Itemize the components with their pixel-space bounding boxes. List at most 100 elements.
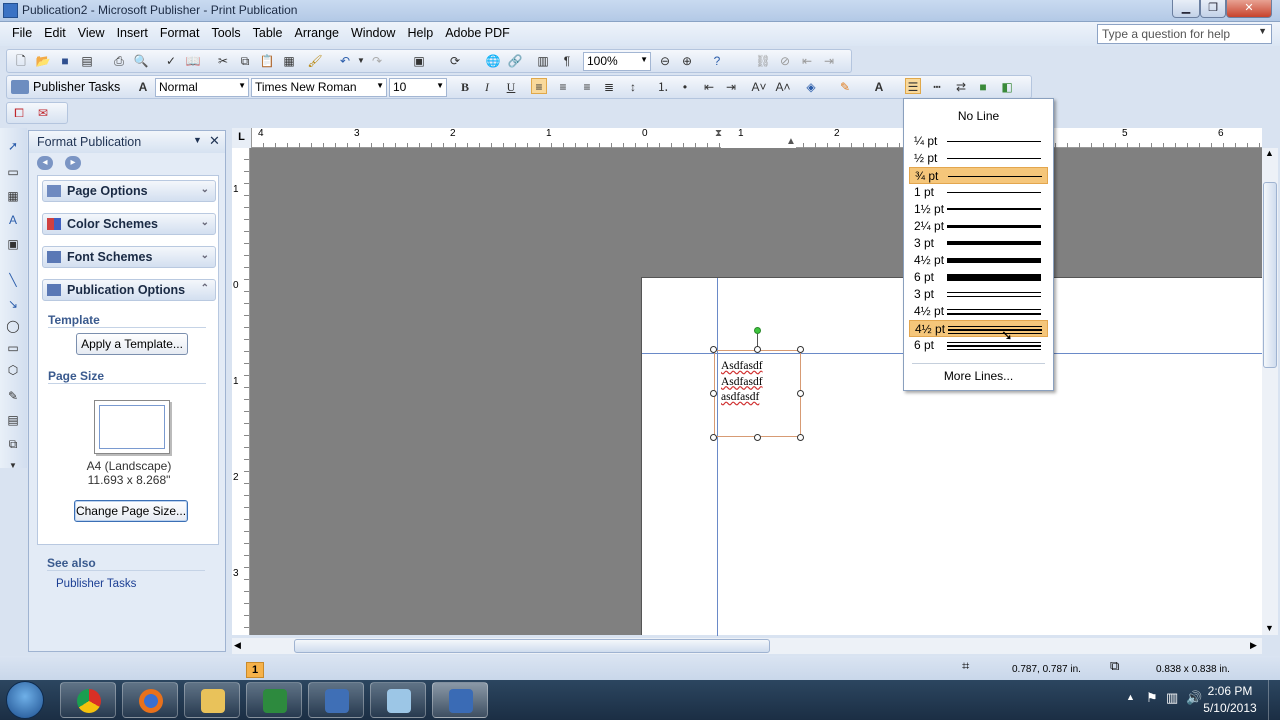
resize-handle-e[interactable] bbox=[797, 390, 804, 397]
resize-handle-ne[interactable] bbox=[797, 346, 804, 353]
taskbar-chrome[interactable] bbox=[60, 682, 116, 718]
zoom-out-icon[interactable]: ⊖ bbox=[657, 53, 673, 69]
publisher-tasks-link[interactable]: Publisher Tasks bbox=[56, 578, 136, 590]
vertical-scroll-thumb[interactable] bbox=[1263, 182, 1277, 368]
scroll-down-icon[interactable]: ▼ bbox=[1265, 623, 1274, 633]
line-color-icon[interactable]: ✎ bbox=[837, 79, 853, 95]
line-weight-option[interactable]: ¾ pt bbox=[909, 167, 1048, 184]
ruler-origin[interactable]: L bbox=[232, 128, 252, 148]
taskbar-publisher[interactable] bbox=[432, 682, 488, 718]
taskbar-explorer[interactable] bbox=[184, 682, 240, 718]
section-publication-options[interactable]: Publication Options ⌃ bbox=[42, 279, 216, 301]
publisher-tasks-button[interactable]: Publisher Tasks bbox=[33, 80, 120, 94]
menu-view[interactable]: View bbox=[78, 26, 105, 40]
publisher-app-icon[interactable] bbox=[3, 3, 18, 18]
arrow-style-icon[interactable]: ⇄ bbox=[953, 79, 969, 95]
zoom-in-icon[interactable]: ⊕ bbox=[679, 53, 695, 69]
hyperlink-icon[interactable]: 🔗 bbox=[507, 53, 523, 69]
menu-arrange[interactable]: Arrange bbox=[295, 26, 339, 40]
align-center-icon[interactable]: ≡ bbox=[555, 79, 571, 95]
line-weight-option[interactable]: 3 pt bbox=[909, 235, 1048, 252]
spelling-icon[interactable]: ✓ bbox=[163, 53, 179, 69]
line-weight-option[interactable]: 4½ pt bbox=[909, 303, 1048, 320]
insert-object-icon[interactable]: ⧉ bbox=[5, 436, 21, 452]
line-tool-icon[interactable]: ╲ bbox=[5, 272, 21, 288]
scroll-up-icon[interactable]: ▲ bbox=[1265, 148, 1274, 158]
special-characters-icon[interactable]: ¶ bbox=[559, 53, 575, 69]
menu-edit[interactable]: Edit bbox=[44, 26, 66, 40]
menu-file[interactable]: File bbox=[12, 26, 32, 40]
design-gallery-icon[interactable]: ▤ bbox=[5, 412, 21, 428]
page-navigator-button[interactable]: 1 bbox=[246, 662, 264, 678]
insert-table-icon[interactable]: ▦ bbox=[5, 188, 21, 204]
back-icon[interactable]: ◂ bbox=[37, 156, 53, 170]
wordart-icon[interactable]: A bbox=[5, 212, 21, 228]
menu-window[interactable]: Window bbox=[351, 26, 395, 40]
help-icon[interactable]: ? bbox=[709, 53, 725, 69]
section-color-schemes[interactable]: Color Schemes ⌄ bbox=[42, 213, 216, 235]
section-page-options[interactable]: Page Options ⌄ bbox=[42, 180, 216, 202]
chevron-down-icon[interactable]: ▼ bbox=[1258, 26, 1267, 36]
copy-icon[interactable]: ⧉ bbox=[237, 53, 253, 69]
line-weight-option[interactable]: 6 pt bbox=[909, 337, 1048, 354]
autoshapes-icon[interactable]: ⬡ bbox=[5, 362, 21, 378]
action-center-icon[interactable]: ⚑ bbox=[1146, 690, 1158, 706]
text-box-content[interactable]: Asdfasdf Asdfasdf asdfasdf bbox=[721, 359, 763, 406]
text-box[interactable]: Asdfasdf Asdfasdf asdfasdf bbox=[714, 350, 801, 437]
horizontal-scrollbar[interactable]: ◀ ▶ bbox=[232, 638, 1262, 654]
select-objects-icon[interactable]: ➚ bbox=[5, 138, 21, 154]
taskbar-movie-maker[interactable] bbox=[308, 682, 364, 718]
font-color-icon[interactable]: A bbox=[871, 79, 887, 95]
dash-style-icon[interactable]: ┅ bbox=[929, 79, 945, 95]
menu-insert[interactable]: Insert bbox=[117, 26, 148, 40]
taskbar-notes[interactable] bbox=[370, 682, 426, 718]
increase-indent-icon[interactable]: ⇥ bbox=[723, 79, 739, 95]
paste-icon[interactable]: 📋 bbox=[259, 53, 275, 69]
preview-icon[interactable]: 🔍 bbox=[133, 53, 149, 69]
first-line-indent-marker[interactable]: ⧗ bbox=[715, 128, 722, 139]
line-weight-option[interactable]: 1½ pt bbox=[909, 201, 1048, 218]
toolbar-options-icon[interactable]: ▼ bbox=[5, 458, 21, 474]
line-weight-option[interactable]: 3 pt bbox=[909, 286, 1048, 303]
paste-special-icon[interactable]: ▦ bbox=[281, 53, 297, 69]
pdf-icon[interactable]: ⧠ bbox=[11, 105, 27, 121]
clock-date[interactable]: 5/10/2013 bbox=[1198, 701, 1262, 715]
text-box-icon[interactable]: ▭ bbox=[5, 164, 21, 180]
menu-tools[interactable]: Tools bbox=[211, 26, 240, 40]
pdf-email-icon[interactable]: ✉ bbox=[35, 105, 51, 121]
arrow-tool-icon[interactable]: ↘ bbox=[5, 296, 21, 312]
decrease-indent-icon[interactable]: ⇤ bbox=[701, 79, 717, 95]
rotate-icon[interactable]: ⟳ bbox=[447, 53, 463, 69]
bold-icon[interactable]: B bbox=[457, 79, 473, 95]
resize-handle-n[interactable] bbox=[754, 346, 761, 353]
help-search-input[interactable]: Type a question for help ▼ bbox=[1097, 24, 1272, 44]
minimize-button[interactable]: ▁ bbox=[1172, 0, 1200, 18]
web-icon[interactable]: 🌐 bbox=[485, 53, 501, 69]
maximize-button[interactable]: ❐ bbox=[1200, 0, 1226, 18]
print-icon[interactable]: ⎙ bbox=[111, 53, 127, 69]
clock-time[interactable]: 2:06 PM bbox=[1202, 684, 1258, 698]
decrease-font-size-icon[interactable]: A˅ bbox=[751, 79, 767, 95]
chevron-down-icon[interactable]: ▼ bbox=[353, 53, 369, 69]
align-left-icon[interactable]: ≡ bbox=[531, 78, 547, 94]
zoom-select[interactable]: 100% ▼ bbox=[583, 52, 651, 71]
line-weight-option[interactable]: 4½ pt bbox=[909, 320, 1048, 337]
menu-help[interactable]: Help bbox=[407, 26, 433, 40]
resize-handle-sw[interactable] bbox=[710, 434, 717, 441]
show-desktop-button[interactable] bbox=[1268, 680, 1280, 720]
increase-font-size-icon[interactable]: A˄ bbox=[775, 79, 791, 95]
taskbar-firefox[interactable] bbox=[122, 682, 178, 718]
format-painter-icon[interactable]: 🖌 bbox=[307, 53, 323, 69]
style-select[interactable]: Normal ▼ bbox=[155, 78, 249, 97]
columns-icon[interactable]: ▥ bbox=[535, 53, 551, 69]
right-indent-marker[interactable]: ▲ bbox=[786, 136, 796, 147]
cut-icon[interactable]: ✂ bbox=[215, 53, 231, 69]
resize-handle-s[interactable] bbox=[754, 434, 761, 441]
taskbar-excel[interactable] bbox=[246, 682, 302, 718]
menu-adobe-pdf[interactable]: Adobe PDF bbox=[445, 26, 510, 40]
line-weight-option[interactable]: 1 pt bbox=[909, 184, 1048, 201]
change-page-size-button[interactable]: Change Page Size... bbox=[74, 500, 188, 522]
print-preview-icon[interactable]: ▤ bbox=[79, 53, 95, 69]
justify-icon[interactable]: ≣ bbox=[601, 79, 617, 95]
vertical-scrollbar[interactable]: ▲ ▼ bbox=[1262, 148, 1278, 635]
